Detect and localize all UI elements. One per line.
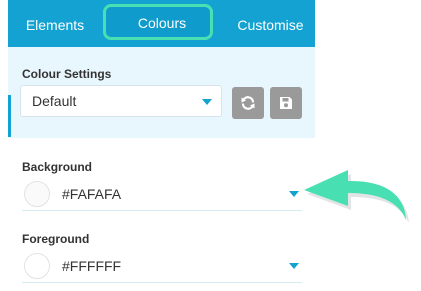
background-swatch[interactable] [24,181,50,207]
foreground-color-field[interactable]: #FFFFFF [22,252,302,283]
colour-settings-label: Colour Settings [22,67,112,81]
foreground-swatch[interactable] [24,253,50,279]
chevron-down-icon [289,263,299,269]
colour-settings-selected: Default [32,93,77,109]
background-row: Background #FAFAFA [8,155,315,219]
foreground-hex-value: #FFFFFF [62,258,122,274]
colour-settings-select[interactable]: Default [20,85,222,117]
tab-colours[interactable]: Colours [108,4,216,40]
foreground-label: Foreground [22,232,90,246]
colour-settings-section: Colour Settings Default [8,47,315,138]
background-label: Background [22,160,93,174]
tab-elements[interactable]: Elements [8,0,102,47]
save-icon [280,97,292,109]
chevron-down-icon [289,191,299,197]
tab-customise[interactable]: Customise [226,0,315,47]
foreground-row: Foreground #FFFFFF [8,227,315,291]
background-color-field[interactable]: #FAFAFA [22,180,302,211]
pointer-arrow-annotation [304,170,409,222]
tab-bar: Elements Colours Customise [8,0,315,47]
section-accent [8,95,11,137]
chevron-down-icon [202,99,212,105]
background-hex-value: #FAFAFA [62,186,122,202]
save-button[interactable] [270,87,302,119]
refresh-icon [241,96,255,110]
refresh-button[interactable] [232,87,264,119]
customizer-panel: Elements Colours Customise Colour Settin… [8,0,315,291]
